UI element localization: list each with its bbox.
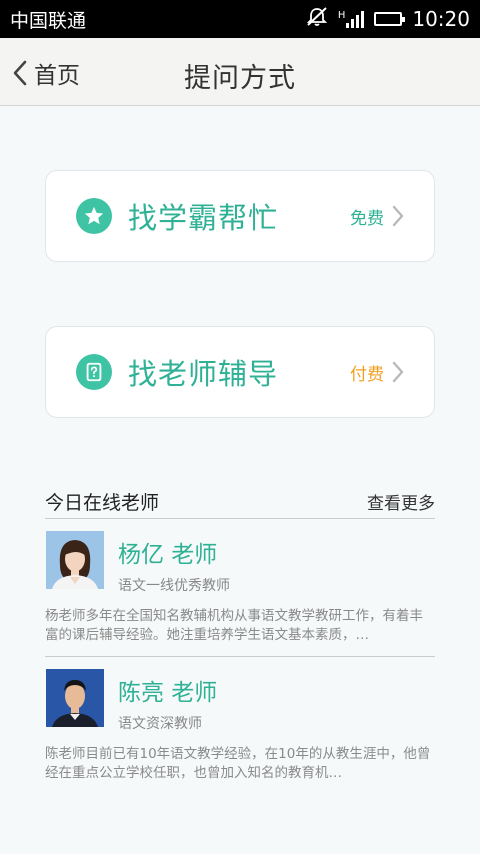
chevron-right-icon [392,361,404,383]
status-time: 10:20 [412,7,470,31]
app-header: 首页 提问方式 [0,38,480,106]
teacher-bio: 陈老师目前已有10年语文教学经验，在10年的从教生涯中，他曾经在重点公立学校任职… [45,746,431,781]
teacher-card[interactable]: 杨亿 老师 语文一线优秀教师 杨老师多年在全国知名教辅机构从事语文教学教研工作，… [45,519,435,657]
price-tag: 免费 [350,208,384,229]
view-more-link[interactable]: 查看更多 [367,489,435,514]
question-icon [76,354,112,390]
teacher-card[interactable]: 陈亮 老师 语文资深教师 陈老师目前已有10年语文教学经验，在10年的从教生涯中… [45,657,435,797]
price-tag: 付费 [350,364,384,385]
ask-student-option[interactable]: 找学霸帮忙 免费 [45,170,435,262]
ask-teacher-option[interactable]: 找老师辅导 付费 [45,326,435,418]
teacher-role: 语文资深教师 [118,716,202,732]
page-title: 提问方式 [184,63,296,94]
teacher-name: 陈亮 老师 [118,680,218,706]
carrier-label: 中国联通 [10,9,87,32]
status-icons: H 10:20 [306,7,470,31]
chevron-right-icon [392,205,404,227]
avatar [46,531,104,589]
online-teachers-header: 今日在线老师 查看更多 [45,485,435,519]
option-title: 找学霸帮忙 [128,201,279,235]
avatar [46,669,104,727]
option-title: 找老师辅导 [128,357,279,391]
teacher-role: 语文一线优秀教师 [118,578,230,594]
battery-icon [374,12,406,26]
section-title: 今日在线老师 [45,492,160,514]
teacher-bio: 杨老师多年在全国知名教辅机构从事语文教学教研工作，有着丰富的课后辅导经验。她注重… [45,608,423,643]
status-bar: 中国联通 H 10:20 [0,0,480,38]
mute-icon [306,7,328,31]
signal-icon: H [338,10,365,28]
star-icon [76,198,112,234]
teacher-name: 杨亿 老师 [118,542,218,568]
